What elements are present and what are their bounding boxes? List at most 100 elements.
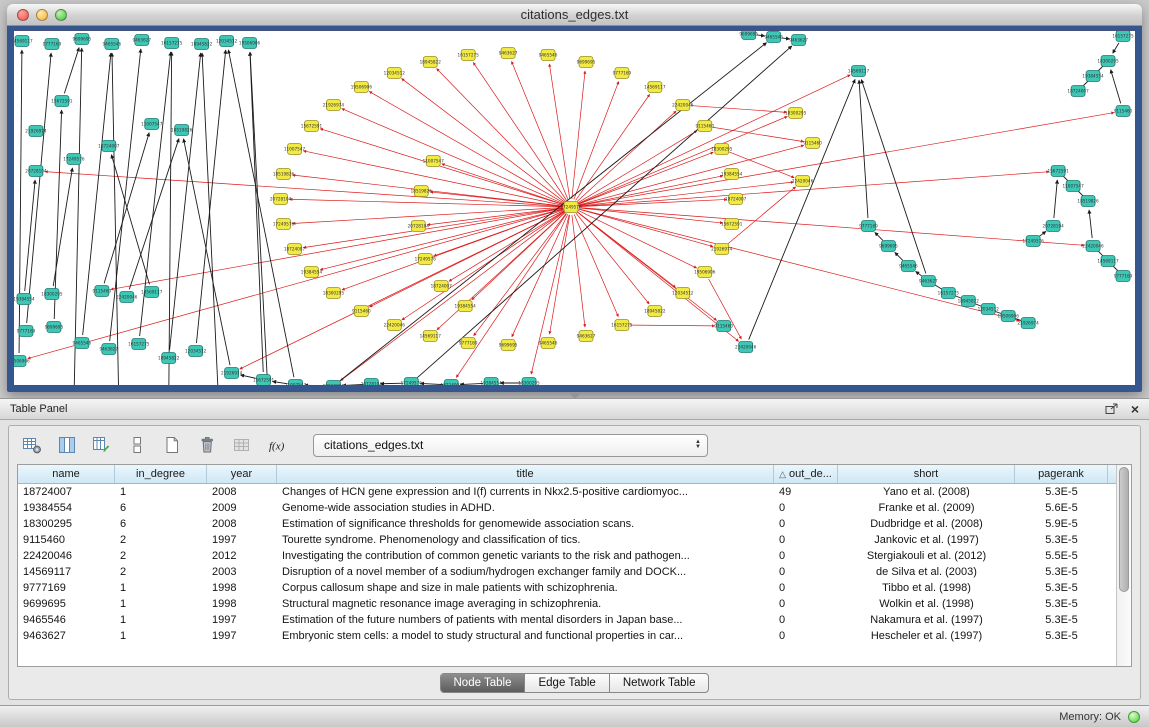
graph-node[interactable]: 18945822 <box>420 57 442 68</box>
graph-node[interactable]: 9463627 <box>499 48 518 59</box>
graph-node[interactable]: 21926974 <box>323 100 345 111</box>
table-mode-icon[interactable] <box>19 432 45 458</box>
graph-node[interactable]: 9465546 <box>539 338 558 349</box>
graph-node[interactable]: 18300295 <box>41 289 63 300</box>
graph-node[interactable]: 15672591 <box>1047 166 1069 177</box>
table-scrollbar[interactable] <box>1116 465 1131 666</box>
graph-node[interactable]: 17249576 <box>63 154 85 165</box>
graph-node[interactable]: 18300295 <box>711 144 733 155</box>
function-builder-icon[interactable]: f(x) <box>264 432 290 458</box>
new-column-icon[interactable] <box>89 432 115 458</box>
graph-node[interactable]: 9777169 <box>859 221 878 232</box>
import-table-icon[interactable] <box>229 432 255 458</box>
tab-network-table[interactable]: Network Table <box>609 674 709 692</box>
graph-node[interactable]: 18724007 <box>1067 86 1089 97</box>
table-row[interactable]: 977716911998Corpus callosum shape and si… <box>18 580 1116 596</box>
graph-node[interactable]: 9115460 <box>803 138 822 149</box>
graph-node[interactable]: 21926974 <box>221 368 243 379</box>
graph-node[interactable]: 20728104 <box>270 194 292 205</box>
table-row[interactable]: 911546021997Tourette syndrome. Phenomeno… <box>18 532 1116 548</box>
graph-node[interactable]: 20728104 <box>361 379 383 386</box>
graph-node[interactable]: 18300295 <box>785 108 807 119</box>
graph-node[interactable]: 9777169 <box>459 338 478 349</box>
column-header-out_degree[interactable]: △out_de... <box>774 465 838 483</box>
table-row[interactable]: 1830029562008Estimation of significance … <box>18 516 1116 532</box>
graph-node[interactable]: 9463627 <box>919 276 938 287</box>
graph-node[interactable]: 14569117 <box>420 331 442 342</box>
network-table-select[interactable]: citations_edges.txt ▲▼ <box>313 434 708 457</box>
graph-node[interactable]: 19384554 <box>455 301 477 312</box>
graph-node[interactable]: 14569117 <box>644 82 666 93</box>
graph-node[interactable]: 9115460 <box>93 286 112 297</box>
graph-node[interactable]: 9465546 <box>899 261 918 272</box>
show-columns-icon[interactable] <box>54 432 80 458</box>
graph-node[interactable]: 18519826 <box>323 381 345 386</box>
graph-node[interactable]: 9115460 <box>695 121 714 132</box>
graph-node[interactable]: 15672591 <box>301 121 323 132</box>
graph-node[interactable]: 18945822 <box>158 353 180 364</box>
graph-node[interactable]: 9115460 <box>714 321 733 332</box>
graph-node[interactable]: 18724007 <box>284 244 306 255</box>
graph-node[interactable]: 17249576 <box>401 378 423 386</box>
network-canvas[interactable]: 1724957618724007193845541830029591154602… <box>13 30 1136 386</box>
graph-node[interactable]: 21926974 <box>711 244 733 255</box>
graph-node[interactable]: 9699695 <box>499 340 518 351</box>
graph-node[interactable]: 18945822 <box>958 296 980 307</box>
minimize-window-button[interactable] <box>36 9 48 21</box>
graph-node[interactable]: 9465546 <box>73 338 92 349</box>
graph-node[interactable]: 9463627 <box>132 35 151 46</box>
graph-node[interactable]: 11007547 <box>284 144 306 155</box>
table-row[interactable]: 969969511998Structural magnetic resonanc… <box>18 596 1116 612</box>
graph-node[interactable]: 17249576 <box>415 254 437 265</box>
graph-node[interactable]: 9463627 <box>100 344 119 355</box>
graph-node[interactable]: 19384554 <box>14 294 35 305</box>
table-row[interactable]: 946554611997Estimation of the future num… <box>18 612 1116 628</box>
delete-icon[interactable] <box>194 432 220 458</box>
graph-node[interactable]: 18519826 <box>273 169 295 180</box>
float-panel-icon[interactable] <box>1105 403 1119 415</box>
graph-node[interactable]: 18300295 <box>1097 56 1119 67</box>
graph-node[interactable]: 16157275 <box>161 38 183 49</box>
graph-node[interactable]: 9463627 <box>577 331 596 342</box>
graph-node[interactable]: 9777169 <box>43 39 62 50</box>
graph-node[interactable]: 18945822 <box>191 39 213 50</box>
zoom-window-button[interactable] <box>55 9 67 21</box>
graph-node[interactable]: 9465546 <box>539 50 558 61</box>
graph-node[interactable]: 20728104 <box>1042 221 1064 232</box>
graph-node[interactable]: 19506906 <box>694 267 716 278</box>
graph-node[interactable]: 9463627 <box>789 35 808 46</box>
close-window-button[interactable] <box>17 9 29 21</box>
graph-node[interactable]: 15672591 <box>721 219 743 230</box>
graph-node[interactable]: 15672591 <box>51 96 73 107</box>
graph-node[interactable]: 22420046 <box>672 100 694 111</box>
graph-node[interactable]: 22420046 <box>1082 241 1104 252</box>
table-row[interactable]: 1938455462009Genome-wide association stu… <box>18 500 1116 516</box>
close-panel-icon[interactable]: × <box>1131 403 1139 415</box>
graph-node[interactable]: 12034512 <box>185 346 207 357</box>
tab-node-table[interactable]: Node Table <box>441 674 525 692</box>
graph-node[interactable]: 9699695 <box>577 57 596 68</box>
table-row[interactable]: 1872400712008Changes of HCN gene express… <box>18 484 1116 500</box>
graph-node[interactable]: 19384554 <box>301 267 323 278</box>
graph-node[interactable]: 16157275 <box>938 288 960 299</box>
column-header-title[interactable]: title <box>277 465 774 483</box>
graph-node[interactable]: 22420046 <box>792 176 814 187</box>
graph-node[interactable]: 18945822 <box>644 306 666 317</box>
graph-node[interactable]: 9699695 <box>73 34 92 45</box>
network-view[interactable]: 1724957618724007193845541830029591154602… <box>14 31 1135 385</box>
column-header-pagerank[interactable]: pagerank <box>1015 465 1108 483</box>
graph-node[interactable]: 9777169 <box>1114 271 1133 282</box>
graph-node[interactable]: 19384554 <box>1082 71 1104 82</box>
window-titlebar[interactable]: citations_edges.txt <box>7 4 1142 26</box>
table-row[interactable]: 2242004622012Investigating the contribut… <box>18 548 1116 564</box>
graph-node[interactable]: 19384554 <box>480 378 502 386</box>
scrollbar-thumb[interactable] <box>1119 467 1129 592</box>
graph-node[interactable]: 18519826 <box>411 186 433 197</box>
new-document-icon[interactable] <box>159 432 185 458</box>
graph-node[interactable]: 16157275 <box>1112 31 1134 42</box>
column-header-in_degree[interactable]: in_degree <box>115 465 207 483</box>
graph-node[interactable]: 9699695 <box>45 322 64 333</box>
graph-node[interactable]: 16157275 <box>128 339 150 350</box>
graph-node[interactable]: 20728104 <box>25 166 47 177</box>
column-header-name[interactable]: name <box>18 465 115 483</box>
